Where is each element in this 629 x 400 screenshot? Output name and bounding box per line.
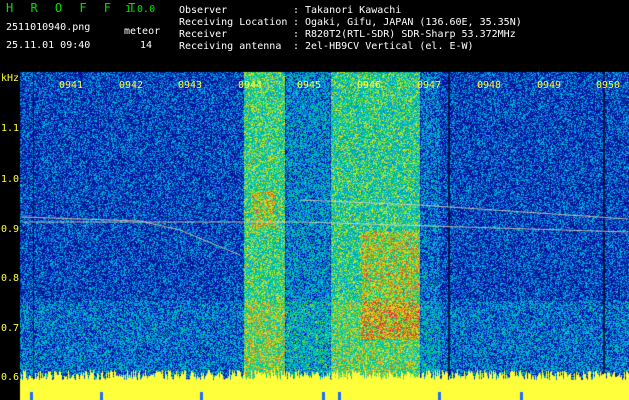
- info-sep: :: [293, 17, 300, 28]
- app-title: H R O F F T: [6, 1, 141, 15]
- info-value-antenna: 2el-HB9CV Vertical (el. E-W): [305, 41, 474, 52]
- app-version: 1.0.0: [125, 4, 156, 15]
- info-value-location: Ogaki, Gifu, JAPAN (136.60E, 35.35N): [305, 17, 522, 28]
- info-key-antenna: Receiving antenna: [179, 41, 282, 52]
- meteor-count: 14: [140, 40, 153, 51]
- y-tick-label: 0.8: [1, 273, 20, 284]
- timestamp: 25.11.01 09:40: [6, 40, 91, 51]
- info-sep: :: [293, 5, 300, 16]
- x-tick-label: 0943: [178, 80, 203, 91]
- info-value-receiver: R820T2(RTL-SDR) SDR-Sharp 53.372MHz: [305, 29, 516, 40]
- y-tick-label: 1.0: [1, 174, 20, 185]
- spectrogram-plot: [0, 0, 629, 400]
- y-tick-label: 0.7: [1, 323, 20, 334]
- info-key-location: Receiving Location: [179, 17, 288, 28]
- y-tick-label: 0.6: [1, 372, 20, 383]
- y-tick-label: 1.1: [1, 123, 20, 134]
- x-tick-label: 0949: [537, 80, 562, 91]
- file-name: 2511010940.png: [6, 22, 91, 33]
- x-tick-label: 0944: [238, 80, 263, 91]
- info-sep: :: [293, 41, 300, 52]
- info-key-observer: Observer: [179, 5, 228, 16]
- x-tick-label: 0948: [477, 80, 502, 91]
- info-value-observer: Takanori Kawachi: [305, 5, 402, 16]
- y-tick-label: 0.9: [1, 224, 20, 235]
- x-tick-label: 0947: [417, 80, 442, 91]
- info-sep: :: [293, 29, 300, 40]
- x-tick-label: 0942: [119, 80, 144, 91]
- x-tick-label: 0945: [297, 80, 322, 91]
- meteor-label: meteor: [124, 26, 161, 37]
- info-key-receiver: Receiver: [179, 29, 228, 40]
- x-tick-label: 0946: [357, 80, 382, 91]
- x-tick-label: 0941: [59, 80, 84, 91]
- y-axis-unit: kHz: [1, 73, 20, 84]
- x-tick-label: 0950: [596, 80, 621, 91]
